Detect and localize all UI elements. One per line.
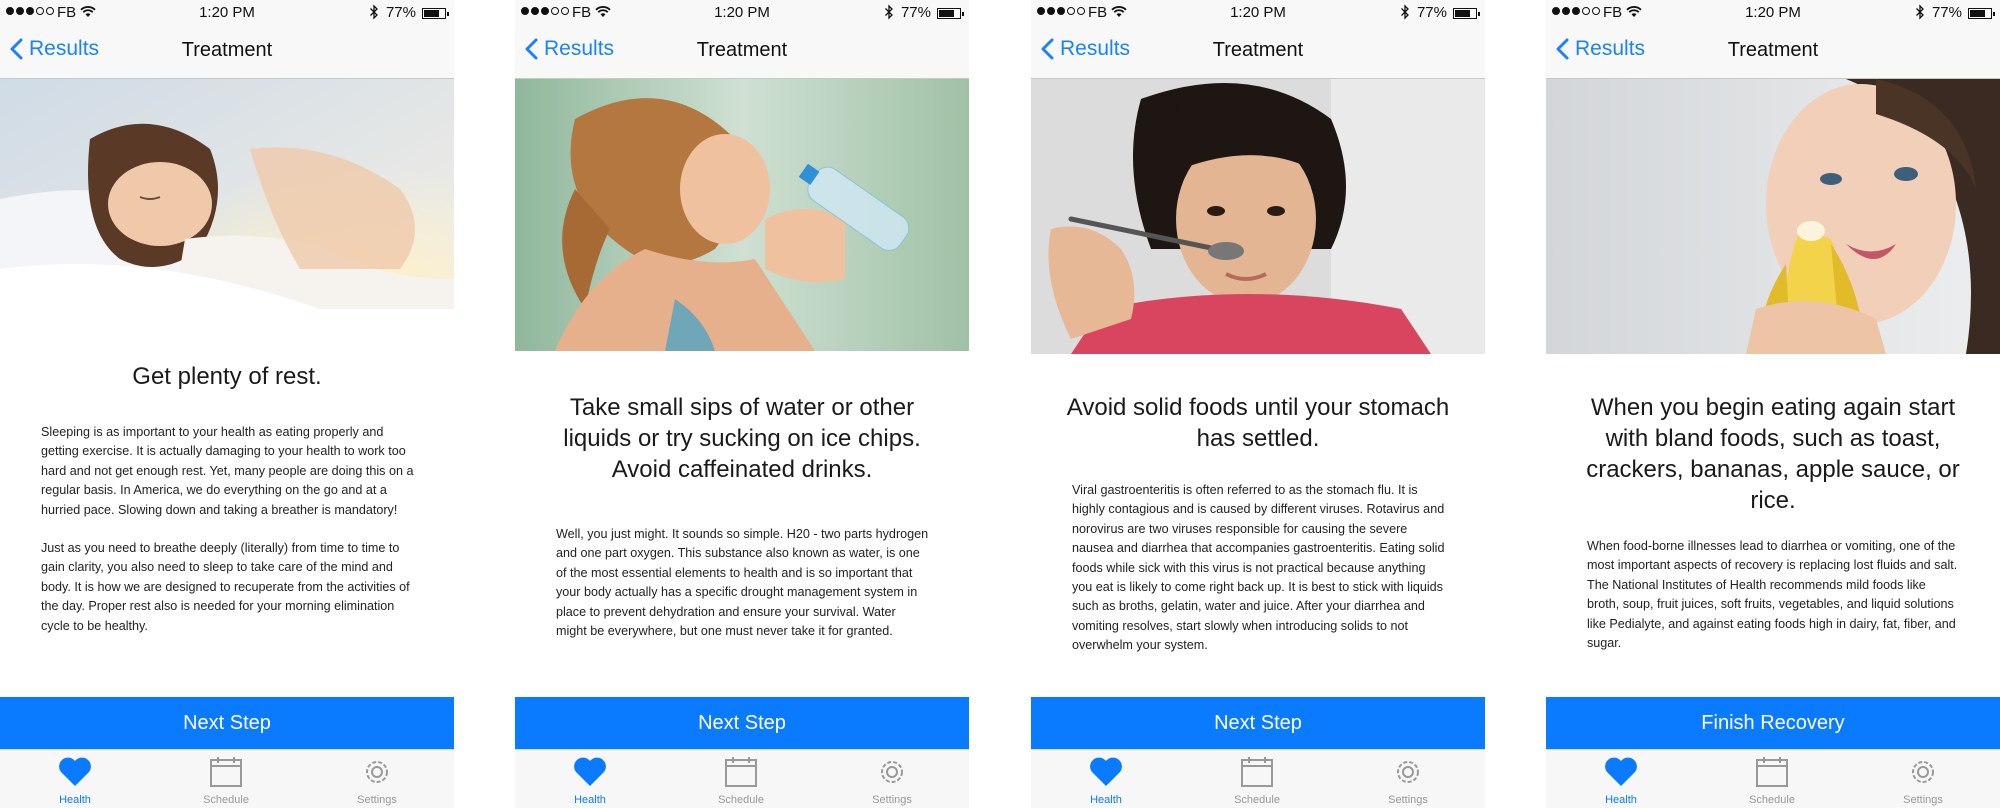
- finish-recovery-button[interactable]: Finish Recovery: [1546, 697, 2000, 749]
- tab-label: Settings: [1388, 794, 1428, 806]
- treatment-description: When food-borne illnesses lead to diarrh…: [1587, 537, 1960, 672]
- screen-bland-foods: FB 1:20 PM 77% Results Treatment When yo…: [1546, 0, 2000, 808]
- heart-icon: [574, 757, 606, 786]
- description-paragraph: Well, you just might. It sounds so simpl…: [556, 527, 929, 639]
- nav-title: Treatment: [1727, 39, 1819, 61]
- battery-icon: [422, 8, 449, 19]
- heart-icon: [1605, 757, 1637, 786]
- calendar-icon: [1756, 757, 1788, 787]
- navigation-bar: Results Treatment: [515, 26, 969, 79]
- status-bar: FB 1:20 PM 77%: [1546, 0, 2000, 26]
- treatment-description: Sleeping is as important to your health …: [41, 423, 414, 655]
- tab-settings[interactable]: Settings: [832, 750, 952, 808]
- status-bar: FB 1:20 PM 77%: [1031, 0, 1485, 26]
- tab-bar: Health Schedule Settings: [515, 749, 969, 808]
- bluetooth-icon: [1401, 4, 1409, 20]
- battery-icon: [1453, 8, 1480, 19]
- battery-percentage: 77%: [1416, 4, 1447, 21]
- description-paragraph: Just as you need to breathe deeply (lite…: [41, 541, 410, 633]
- tab-label: Health: [574, 794, 606, 806]
- calendar-icon: [210, 757, 242, 787]
- battery-icon: [937, 8, 964, 19]
- calendar-icon: [1241, 757, 1273, 787]
- heart-icon: [59, 757, 91, 786]
- status-bar: FB 1:20 PM 77%: [0, 0, 454, 26]
- navigation-bar: Results Treatment: [1031, 26, 1485, 79]
- screen-rest: FB 1:20 PM 77% Results Treatment Get ple…: [0, 0, 454, 808]
- gear-icon: [1912, 761, 1934, 783]
- tab-schedule[interactable]: Schedule: [1712, 750, 1832, 808]
- tab-health[interactable]: Health: [530, 750, 650, 808]
- tab-bar: Health Schedule Settings: [1546, 749, 2000, 808]
- screen-hydrate: FB 1:20 PM 77% Results Treatment Take sm…: [515, 0, 969, 808]
- tab-label: Schedule: [203, 794, 249, 806]
- heart-icon: [1090, 757, 1122, 786]
- tab-settings[interactable]: Settings: [317, 750, 437, 808]
- tab-label: Settings: [357, 794, 397, 806]
- bluetooth-icon: [1916, 4, 1924, 20]
- tab-label: Schedule: [718, 794, 764, 806]
- treatment-description: Well, you just might. It sounds so simpl…: [556, 525, 929, 660]
- next-step-button[interactable]: Next Step: [515, 697, 969, 749]
- screen-avoid-solids: FB 1:20 PM 77% Results Treatment Avoid s…: [1031, 0, 1485, 808]
- tab-bar: Health Schedule Settings: [0, 749, 454, 808]
- status-bar: FB 1:20 PM 77%: [515, 0, 969, 26]
- woman-drinking-water-photo: [515, 79, 969, 351]
- tab-health[interactable]: Health: [1561, 750, 1681, 808]
- woman-eating-banana-photo: [1546, 79, 2000, 354]
- bluetooth-icon: [885, 4, 893, 20]
- bluetooth-icon: [370, 4, 378, 20]
- screens-showcase: FB 1:20 PM 77% Results Treatment Get ple…: [0, 0, 2000, 808]
- tab-health[interactable]: Health: [1046, 750, 1166, 808]
- battery-percentage: 77%: [385, 4, 416, 21]
- navigation-bar: Results Treatment: [0, 26, 454, 79]
- woman-eating-with-spoon-photo: [1031, 79, 1485, 354]
- tab-label: Settings: [872, 794, 912, 806]
- battery-percentage: 77%: [1931, 4, 1962, 21]
- gear-icon: [366, 761, 388, 783]
- tab-schedule[interactable]: Schedule: [1197, 750, 1317, 808]
- description-paragraph: Viral gastroenteritis is often referred …: [1072, 483, 1445, 653]
- battery-percentage: 77%: [900, 4, 931, 21]
- description-paragraph: Sleeping is as important to your health …: [41, 425, 414, 517]
- tab-schedule[interactable]: Schedule: [681, 750, 801, 808]
- gear-icon: [1397, 761, 1419, 783]
- gear-icon: [881, 761, 903, 783]
- treatment-headline: When you begin eating again start with b…: [1586, 394, 1960, 514]
- tab-health[interactable]: Health: [15, 750, 135, 808]
- calendar-icon: [725, 757, 757, 787]
- treatment-description: Viral gastroenteritis is often referred …: [1072, 481, 1445, 675]
- tab-settings[interactable]: Settings: [1348, 750, 1468, 808]
- battery-icon: [1968, 8, 1995, 19]
- tab-label: Health: [59, 794, 91, 806]
- description-paragraph: When food-borne illnesses lead to diarrh…: [1587, 539, 1958, 651]
- next-step-button[interactable]: Next Step: [1031, 697, 1485, 749]
- tab-bar: Health Schedule Settings: [1031, 749, 1485, 808]
- navigation-bar: Results Treatment: [1546, 26, 2000, 79]
- treatment-headline: Take small sips of water or other liquid…: [563, 394, 921, 483]
- nav-title: Treatment: [181, 39, 273, 61]
- woman-sleeping-photo: [0, 79, 454, 329]
- tab-label: Settings: [1903, 794, 1943, 806]
- nav-title: Treatment: [696, 39, 788, 61]
- tab-label: Health: [1090, 794, 1122, 806]
- tab-settings[interactable]: Settings: [1863, 750, 1983, 808]
- treatment-headline: Avoid solid foods until your stomach has…: [1066, 394, 1450, 452]
- tab-label: Schedule: [1234, 794, 1280, 806]
- tab-label: Schedule: [1749, 794, 1795, 806]
- treatment-headline: Get plenty of rest.: [132, 363, 322, 390]
- tab-schedule[interactable]: Schedule: [166, 750, 286, 808]
- nav-title: Treatment: [1212, 39, 1304, 61]
- tab-label: Health: [1605, 794, 1637, 806]
- next-step-button[interactable]: Next Step: [0, 697, 454, 749]
